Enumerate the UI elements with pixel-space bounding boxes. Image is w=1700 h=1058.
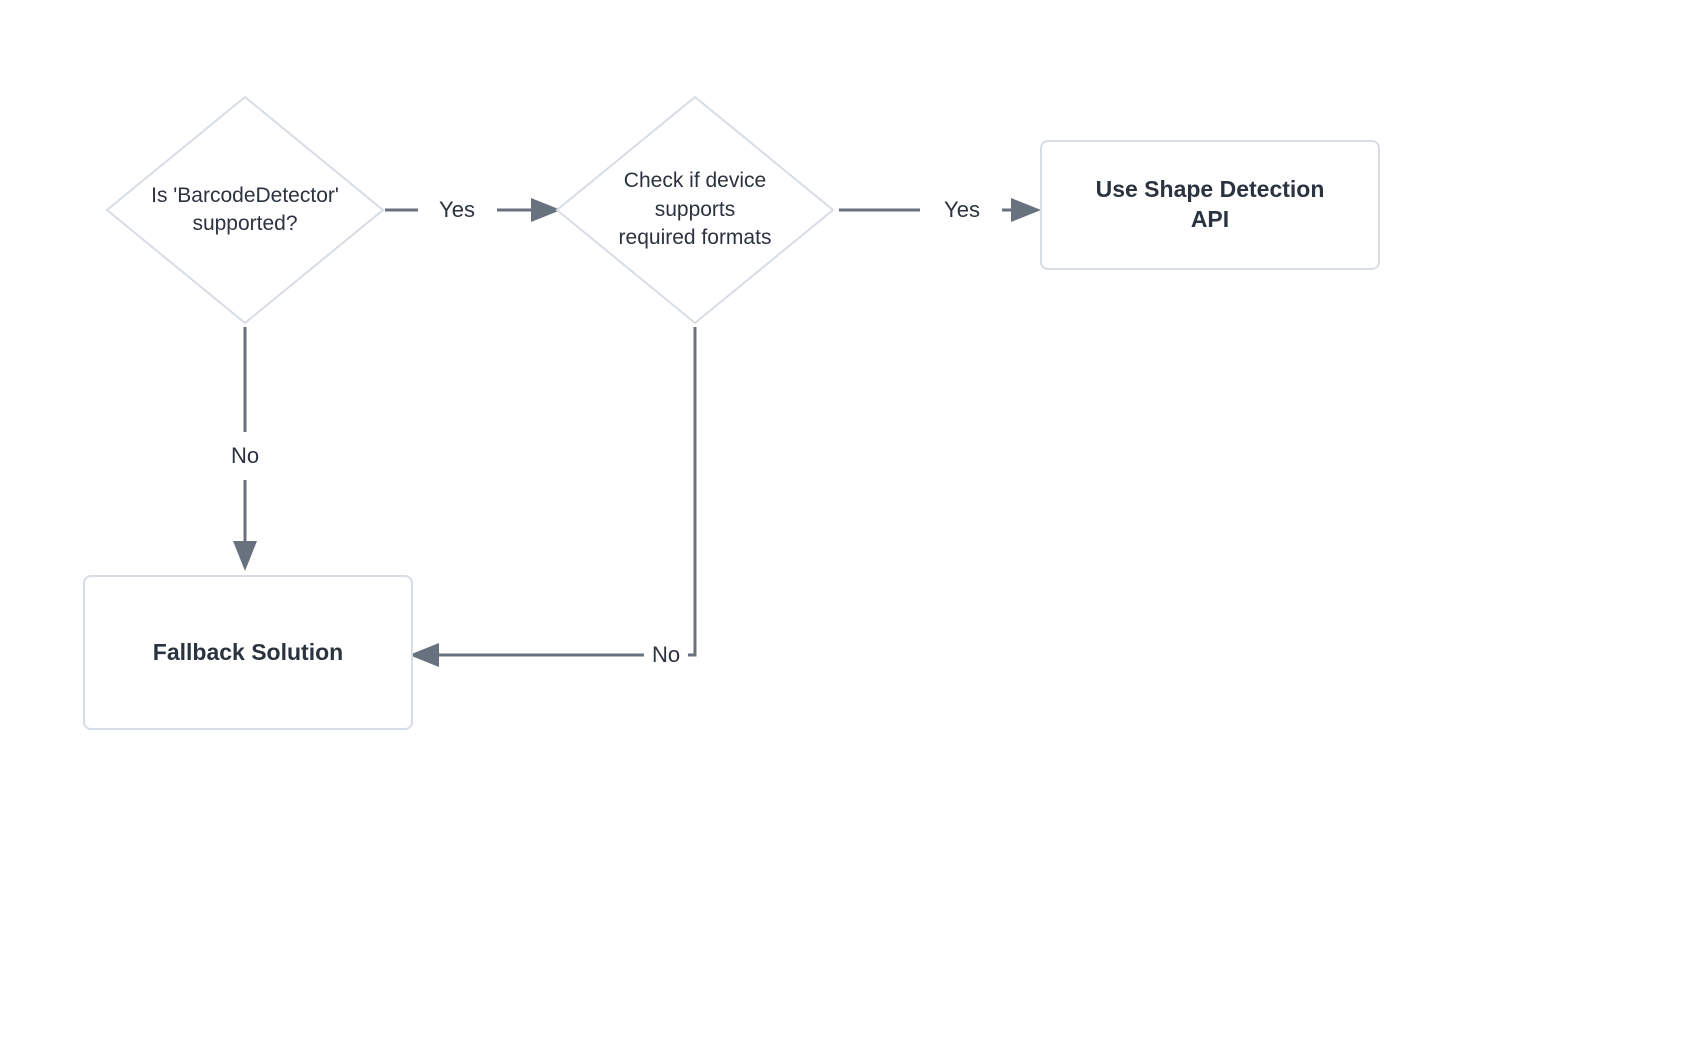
decision-text: Check if device supports required format… <box>585 167 805 252</box>
edge-label-no-1: No <box>223 441 267 471</box>
decision-text-line1: Is 'BarcodeDetector' <box>151 184 339 207</box>
process-text: Fallback Solution <box>153 638 343 668</box>
decision-text: Is 'BarcodeDetector' supported? <box>151 182 339 239</box>
process-text-line2: API <box>1191 206 1229 232</box>
process-use-shape-detection-api: Use Shape Detection API <box>1040 140 1380 270</box>
decision-device-supports-formats: Check if device supports required format… <box>555 95 835 325</box>
edge-label-yes-1: Yes <box>431 195 483 225</box>
decision-text-line2: required formats <box>619 226 772 249</box>
decision-barcode-supported: Is 'BarcodeDetector' supported? <box>105 95 385 325</box>
process-fallback-solution: Fallback Solution <box>83 575 413 730</box>
decision-text-line1: Check if device supports <box>624 169 766 220</box>
edge-label-no-2: No <box>644 640 688 670</box>
flowchart: Is 'BarcodeDetector' supported? Check if… <box>0 0 1700 1058</box>
process-text-line1: Use Shape Detection <box>1096 176 1325 202</box>
edge-label-yes-2: Yes <box>936 195 988 225</box>
decision-text-line2: supported? <box>192 212 297 235</box>
